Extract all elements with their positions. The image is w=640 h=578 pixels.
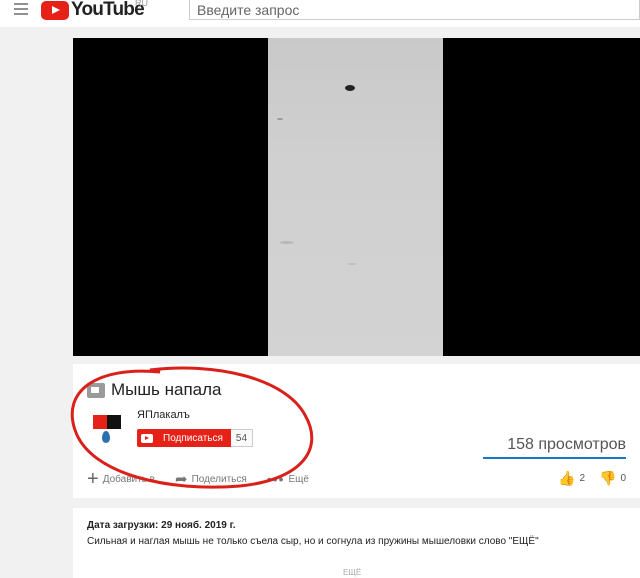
show-more-button[interactable]: ЕЩЁ [343,568,361,577]
more-button[interactable]: ••• Ещё [267,471,309,487]
subscribe-label: Подписаться [163,432,223,444]
subscriber-count: 54 [230,429,254,447]
video-title: Мышь напала [111,380,222,399]
video-speck [277,118,283,120]
like-bar: 👍 2 👎 0 [558,470,626,487]
plus-icon: + [87,468,99,490]
view-count: 158 просмотров [507,436,626,453]
channel-avatar[interactable] [88,411,124,447]
like-count: 2 [579,473,585,484]
channel-name[interactable]: ЯПлакалъ [137,409,190,421]
dislike-count: 0 [620,473,626,484]
share-icon: ➦ [174,471,188,488]
share-label: Поделиться [191,473,247,485]
add-to-label: Добавить в [102,473,155,485]
upload-date: Дата загрузки: 29 нояб. 2019 г. [87,520,236,531]
like-icon[interactable]: 👍 [558,470,575,487]
logo-region: RU [135,0,148,8]
top-bar: YouTube RU [0,0,640,27]
logo-text: YouTube [71,0,145,20]
add-to-button[interactable]: + Добавить в [87,468,155,490]
video-speck [348,263,356,265]
search-box [189,0,640,20]
more-label: Ещё [288,473,309,485]
video-info-panel: Мышь напала ЯПлакалъ Подписаться 54 158 … [73,364,640,498]
description-panel: Дата загрузки: 29 нояб. 2019 г. Сильная … [73,508,640,578]
mouse-in-video [345,85,355,91]
video-player[interactable] [73,38,640,356]
avatar-black-block [107,415,121,429]
youtube-small-icon [141,433,153,443]
action-bar: + Добавить в ➦ Поделиться ••• Ещё [87,468,329,490]
video-frame [268,38,443,356]
menu-icon[interactable] [14,3,28,15]
avatar-red-block [93,415,107,429]
search-input[interactable] [190,0,639,19]
youtube-logo[interactable]: YouTube RU [41,0,148,20]
subscribe-group: Подписаться 54 [137,429,254,447]
share-button[interactable]: ➦ Поделиться [175,470,247,488]
avatar-tear-icon [102,431,110,443]
unlisted-icon [87,382,105,398]
title-row: Мышь напала [87,380,221,400]
dislike-icon[interactable]: 👎 [599,470,616,487]
video-speck [280,241,294,244]
views-underline [483,457,626,459]
description-text: Сильная и наглая мышь не только съела сы… [87,536,539,547]
youtube-play-icon [41,0,69,20]
more-dots-icon: ••• [266,471,285,487]
subscribe-button[interactable]: Подписаться [137,429,231,447]
